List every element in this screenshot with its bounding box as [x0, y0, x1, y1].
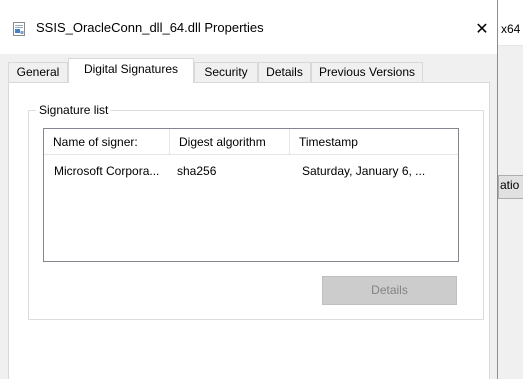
signature-list[interactable]: Name of signer: Digest algorithm Timesta… [43, 128, 459, 262]
close-button[interactable]: ✕ [468, 15, 496, 43]
column-header-timestamp[interactable]: Timestamp [290, 129, 458, 155]
tab-security[interactable]: Security [194, 62, 258, 82]
details-button[interactable]: Details [322, 276, 457, 305]
column-header-digest[interactable]: Digest algorithm [170, 129, 290, 155]
table-row[interactable]: Microsoft Corpora... sha256 Saturday, Ja… [44, 162, 458, 180]
signer-name-cell: Microsoft Corpora... [54, 164, 160, 178]
list-header: Name of signer: Digest algorithm Timesta… [44, 129, 458, 155]
tab-details[interactable]: Details [258, 62, 311, 82]
column-header-name[interactable]: Name of signer: [44, 129, 170, 155]
dll-file-icon [12, 22, 26, 36]
titlebar: SSIS_OracleConn_dll_64.dll Properties ✕ [0, 0, 497, 54]
signature-list-label: Signature list [36, 103, 112, 117]
tab-previous-versions[interactable]: Previous Versions [311, 62, 423, 82]
close-icon: ✕ [475, 21, 489, 38]
tab-general[interactable]: General [8, 62, 68, 82]
background-window-title: x64 [501, 22, 521, 36]
tab-strip: General Digital Signatures Security Deta… [8, 58, 488, 83]
window-title: SSIS_OracleConn_dll_64.dll Properties [36, 20, 264, 35]
tab-digital-signatures[interactable]: Digital Signatures [68, 58, 194, 83]
digest-algorithm-cell: sha256 [177, 164, 217, 178]
timestamp-cell: Saturday, January 6, ... [302, 164, 426, 178]
background-window-button-label: atio [500, 178, 520, 192]
